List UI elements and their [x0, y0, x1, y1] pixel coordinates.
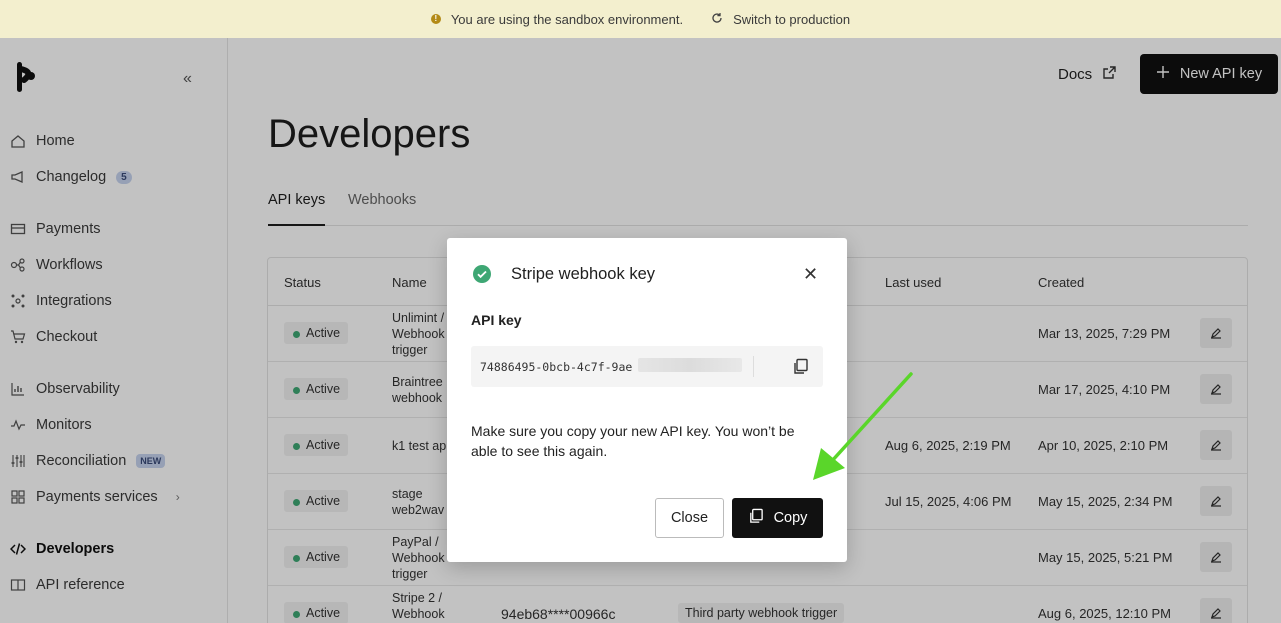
- sandbox-message: ! You are using the sandbox environment.: [430, 11, 684, 27]
- copy-button-label: Copy: [773, 510, 808, 526]
- switch-to-production-link[interactable]: Switch to production: [711, 12, 850, 27]
- copy-button[interactable]: Copy: [732, 498, 823, 538]
- copy-warning-text: Make sure you copy your new API key. You…: [471, 423, 795, 459]
- close-button[interactable]: Close: [655, 498, 724, 538]
- copy-icon: [748, 508, 764, 528]
- api-key-modal: Stripe webhook key ✕ API key 74886495-0b…: [447, 238, 847, 562]
- info-icon: !: [430, 14, 441, 24]
- sandbox-message-text: You are using the sandbox environment.: [450, 11, 684, 27]
- switch-to-production-label: Switch to production: [733, 11, 851, 27]
- divider: [753, 356, 754, 377]
- modal-title: Stripe webhook key: [511, 265, 655, 283]
- check-circle-icon: [473, 265, 491, 283]
- close-icon[interactable]: ✕: [803, 264, 818, 285]
- green-arrow-annotation: [813, 372, 913, 480]
- api-key-field[interactable]: 74886495-0bcb-4c7f-9ae: [471, 346, 823, 387]
- api-key-label: API key: [471, 312, 522, 328]
- redacted-key-portion: [638, 358, 742, 372]
- sandbox-banner: ! You are using the sandbox environment.…: [0, 0, 1281, 38]
- api-key-value: 74886495-0bcb-4c7f-9ae: [480, 360, 633, 374]
- refresh-icon: [711, 12, 723, 27]
